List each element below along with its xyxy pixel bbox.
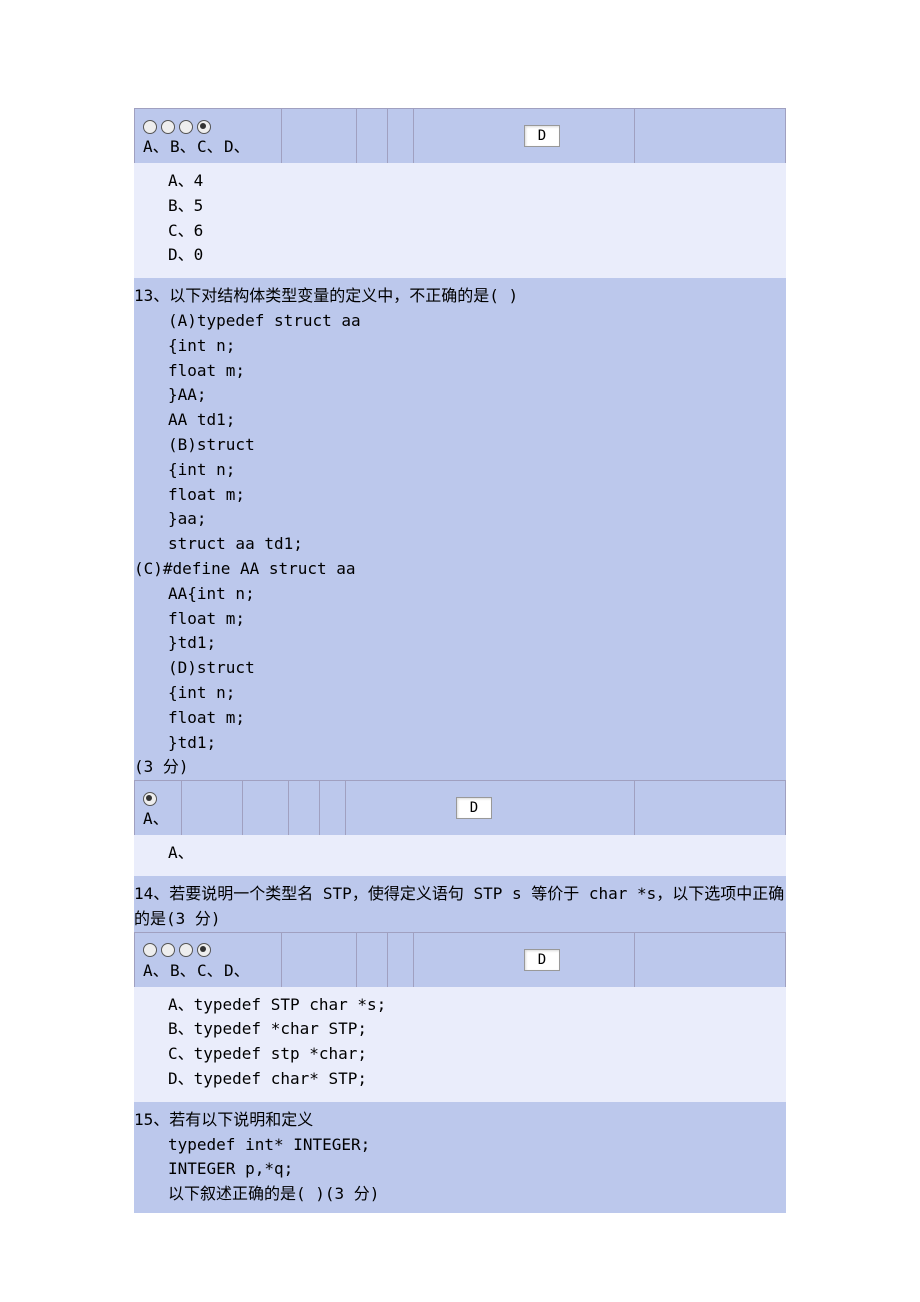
q14-answer-row: A、B、C、D、 D: [134, 932, 786, 987]
radio-icon[interactable]: [179, 120, 193, 134]
q14-options: A、typedef STP char *s; B、typedef *char S…: [134, 987, 786, 1102]
q13-flush: (C)#define AA struct aa: [134, 557, 786, 582]
radio-icon[interactable]: [143, 943, 157, 957]
q13-options: A、: [134, 835, 786, 876]
radio-label: A、: [143, 957, 170, 981]
radio-label: C、: [197, 957, 224, 981]
code-line: (A)typedef struct aa: [168, 309, 786, 334]
radio-label: B、: [170, 133, 197, 157]
code-line: float m;: [168, 359, 786, 384]
q14-radio-group[interactable]: A、B、C、D、: [135, 933, 282, 987]
radio-icon[interactable]: [143, 120, 157, 134]
q13-radio-group[interactable]: A、: [135, 781, 182, 835]
q14-stem: 若要说明一个类型名 STP，使得定义语句 STP s 等价于 char *s，以…: [134, 884, 784, 928]
q13-stem: 以下对结构体类型变量的定义中，不正确的是( ): [169, 286, 518, 305]
q14-answer-box[interactable]: D: [524, 949, 560, 971]
code-line: }td1;: [168, 631, 786, 656]
q14-number: 14、: [134, 884, 169, 903]
code-line: {int n;: [168, 458, 786, 483]
q12-answer-row: A、B、C、D、 D: [134, 108, 786, 163]
code-line: float m;: [168, 483, 786, 508]
code-line: (D)struct: [168, 656, 786, 681]
radio-label: A、: [143, 805, 170, 829]
code-line: AA td1;: [168, 408, 786, 433]
code-line: }AA;: [168, 383, 786, 408]
q13-points: (3 分): [134, 755, 786, 780]
radio-label: D、: [224, 133, 251, 157]
radio-label: B、: [170, 957, 197, 981]
code-line: }td1;: [168, 731, 786, 756]
radio-icon[interactable]: [197, 943, 211, 957]
q13-question: 13、以下对结构体类型变量的定义中，不正确的是( ) (A)typedef st…: [134, 278, 786, 780]
radio-icon[interactable]: [161, 943, 175, 957]
code-line: typedef int* INTEGER;: [168, 1133, 786, 1158]
code-line: {int n;: [168, 681, 786, 706]
code-line: 以下叙述正确的是( )(3 分): [168, 1182, 786, 1207]
q13-answer-box[interactable]: D: [456, 797, 492, 819]
code-line: (B)struct: [168, 433, 786, 458]
code-line: }aa;: [168, 507, 786, 532]
q13-number: 13、: [134, 286, 169, 305]
code-line: {int n;: [168, 334, 786, 359]
radio-label: D、: [224, 957, 251, 981]
radio-icon[interactable]: [179, 943, 193, 957]
q15-question: 15、若有以下说明和定义 typedef int* INTEGER;INTEGE…: [134, 1102, 786, 1213]
radio-label: A、: [143, 133, 170, 157]
code-line: AA{int n;: [168, 582, 786, 607]
q15-number: 15、: [134, 1110, 169, 1129]
code-line: struct aa td1;: [168, 532, 786, 557]
code-line: float m;: [168, 706, 786, 731]
radio-icon[interactable]: [143, 792, 157, 806]
radio-icon[interactable]: [161, 120, 175, 134]
radio-label: C、: [197, 133, 224, 157]
q12-radio-group[interactable]: A、B、C、D、: [135, 109, 282, 163]
radio-icon[interactable]: [197, 120, 211, 134]
q12-options: A、4 B、5 C、6 D、0: [134, 163, 786, 278]
q15-stem: 若有以下说明和定义: [169, 1110, 313, 1129]
code-line: float m;: [168, 607, 786, 632]
q14-question: 14、若要说明一个类型名 STP，使得定义语句 STP s 等价于 char *…: [134, 876, 786, 932]
q13-answer-row: A、 D: [134, 780, 786, 835]
q12-answer-box[interactable]: D: [524, 125, 560, 147]
code-line: INTEGER p,*q;: [168, 1157, 786, 1182]
